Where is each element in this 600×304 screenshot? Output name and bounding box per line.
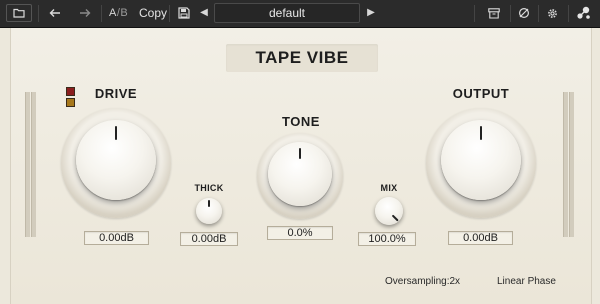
toolbar-divider (568, 5, 569, 22)
mix-label: MIX (380, 183, 398, 193)
clip-indicator-red (66, 87, 75, 96)
knob-pointer (115, 126, 117, 140)
redo-button[interactable] (75, 4, 95, 22)
mix-knob[interactable] (373, 196, 405, 228)
knob-cap (375, 197, 403, 225)
output-level-meter (563, 92, 575, 237)
oversampling-selector[interactable]: Oversampling:2x (385, 276, 460, 287)
toolbar-divider (538, 5, 539, 22)
undo-icon (49, 9, 60, 17)
undo-button[interactable] (45, 4, 65, 22)
drive-label: DRIVE (94, 86, 138, 101)
copy-button[interactable]: Copy (139, 4, 167, 22)
bypass-icon (518, 7, 530, 19)
archive-icon (488, 7, 500, 19)
toolbar-divider (38, 5, 39, 22)
knob-pointer (480, 126, 482, 140)
toolbar-divider (510, 5, 511, 22)
input-level-meter (25, 92, 37, 237)
output-value[interactable]: 0.00dB (448, 231, 513, 245)
redo-icon (80, 9, 91, 17)
preset-prev-button[interactable]: ◀ (198, 4, 210, 22)
bypass-button[interactable] (514, 4, 534, 22)
thick-knob[interactable] (194, 197, 224, 227)
logo-button[interactable] (574, 4, 594, 22)
archive-button[interactable] (484, 4, 504, 22)
folder-icon (13, 8, 25, 18)
phase-mode-selector[interactable]: Linear Phase (497, 276, 556, 287)
settings-button[interactable] (542, 4, 562, 22)
ab-b-label: B (120, 7, 129, 19)
knob-pointer (299, 148, 301, 159)
clip-indicator-amber (66, 98, 75, 107)
tone-label: TONE (282, 114, 320, 129)
ab-compare-toggle[interactable]: A/B (109, 4, 128, 22)
logo-icon (577, 6, 590, 19)
tone-knob[interactable] (257, 133, 343, 219)
preset-selector[interactable]: default (214, 3, 360, 23)
output-knob[interactable] (426, 108, 536, 218)
toolbar-divider (101, 5, 102, 22)
tone-value[interactable]: 0.0% (267, 226, 333, 240)
drive-knob[interactable] (61, 108, 171, 218)
plugin-title: TAPE VIBE (255, 48, 349, 67)
mix-value[interactable]: 100.0% (358, 232, 416, 246)
save-button[interactable] (175, 4, 193, 22)
thick-label: THICK (194, 183, 224, 193)
drive-value[interactable]: 0.00dB (84, 231, 149, 245)
ab-a-label: A (109, 7, 117, 19)
preset-next-button[interactable]: ▶ (365, 4, 377, 22)
save-icon (178, 7, 190, 19)
open-folder-button[interactable] (6, 4, 32, 22)
thick-value[interactable]: 0.00dB (180, 232, 238, 246)
toolbar: A/B Copy ◀ default ▶ (0, 0, 600, 28)
toolbar-divider (474, 5, 475, 22)
gear-icon (547, 8, 557, 18)
knob-pointer (208, 200, 210, 207)
toolbar-divider (169, 5, 170, 22)
output-label: OUTPUT (452, 86, 510, 101)
